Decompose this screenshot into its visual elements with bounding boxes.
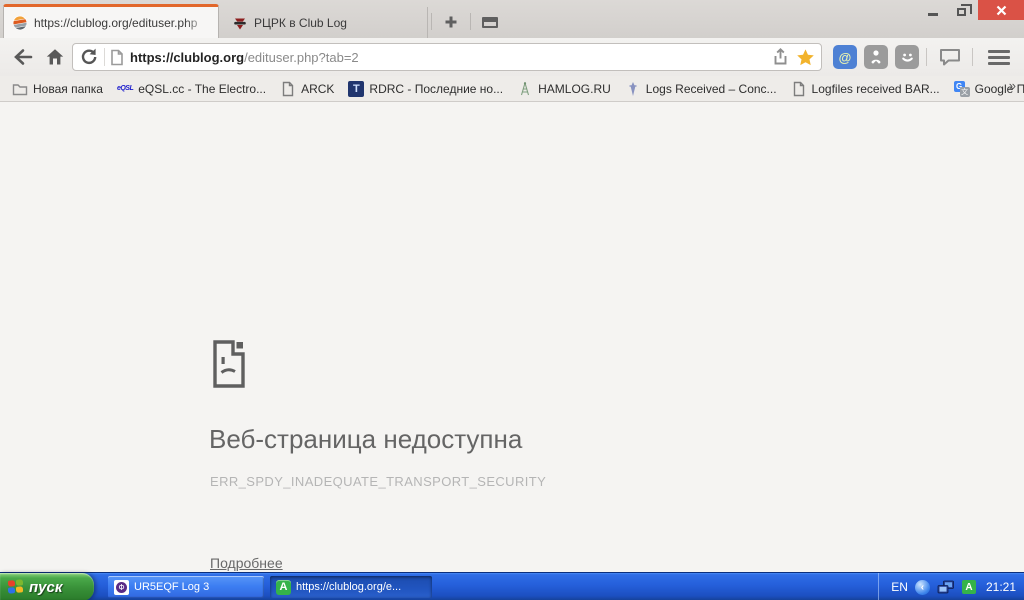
amigo-tray-icon[interactable]: A [962,580,976,594]
rcrc-favicon [232,15,248,31]
bookmark-label: Logfiles received BAR... [812,82,940,96]
bookmarks-bar: Новая папка eQSL eQSL.cc - The Electro..… [0,76,1024,102]
odnoklassniki-extension-button[interactable] [864,45,888,69]
url-path: /edituser.php?tab=2 [244,50,359,65]
taskbar-button-browser[interactable]: A https://clublog.org/e... [270,576,432,598]
bookmark-arck[interactable]: ARCK [278,81,346,97]
tab-divider [470,13,471,30]
bookmark-label: ARCK [301,82,334,96]
url-input[interactable]: https://clublog.org/edituser.php?tab=2 [130,50,770,65]
refresh-icon[interactable] [79,47,99,67]
language-indicator[interactable]: EN [891,580,908,594]
tab-title: РЦРК в Club Log [254,16,419,30]
chat-button[interactable] [936,44,964,70]
hamburger-icon [988,50,1010,53]
url-host: https://clublog.org [130,50,244,65]
tray-collapse-button[interactable]: ‹ [915,580,930,595]
address-bar-divider [104,48,105,66]
page-icon [280,81,296,97]
tab-strip: https://clublog.org/edituser.php РЦРК в … [0,0,1024,38]
bookmark-label: HAMLOG.RU [538,82,611,96]
desktop: https://clublog.org/edituser.php РЦРК в … [0,0,1024,600]
minimize-button[interactable] [920,0,946,20]
restore-icon [957,8,966,16]
minimize-icon [928,13,938,16]
address-bar[interactable]: https://clublog.org/edituser.php?tab=2 [72,43,822,71]
page-security-icon[interactable] [110,49,124,66]
back-arrow-icon [12,47,34,67]
network-icon[interactable] [937,580,955,595]
amigo-browser-icon: A [276,580,291,595]
tab-list-button[interactable] [477,10,503,34]
tab-rcrc[interactable]: РЦРК в Club Log [224,7,428,38]
details-link[interactable]: Подробнее [210,555,283,571]
eqsl-icon: eQSL [117,85,133,92]
arrow-icon [625,81,641,97]
bookmark-label: Новая папка [33,82,103,96]
start-button[interactable]: пуск [0,573,94,600]
taskbar-button-label: UR5EQF Log 3 [134,581,209,593]
page-icon [791,81,807,97]
bookmark-star-icon[interactable] [796,48,815,67]
hamlog-icon [517,81,533,97]
translate-icon: G 文 [954,81,970,97]
toolbar-divider [926,48,927,66]
system-tray: EN ‹ A 21:21 [878,573,1024,600]
bookmarks-overflow-chevron[interactable]: » [1009,78,1016,93]
close-icon [996,5,1007,16]
restore-button[interactable] [948,0,974,20]
bookmark-label: Google Переводчик [975,82,1024,96]
bookmark-logs-received[interactable]: Logs Received – Conc... [623,81,789,97]
tab-divider [431,13,432,30]
smiley-icon [900,50,915,65]
bookmark-rdrc[interactable]: T RDRC - Последние но... [346,81,515,97]
toolbar-divider [972,48,973,66]
bookmark-logfiles[interactable]: Logfiles received BAR... [789,81,952,97]
myworld-extension-button[interactable] [895,45,919,69]
person-icon [869,49,883,65]
bookmark-label: Logs Received – Conc... [646,82,777,96]
home-button[interactable] [42,44,68,70]
error-title: Веб-страница недоступна [209,424,522,455]
taskbar-button-ur5eqf[interactable]: Ф UR5EQF Log 3 [108,576,264,598]
page-content: Веб-страница недоступна ERR_SPDY_INADEQU… [0,102,1024,572]
menu-button[interactable] [984,45,1014,69]
home-icon [45,47,65,67]
close-button[interactable] [978,0,1024,20]
error-code: ERR_SPDY_INADEQUATE_TRANSPORT_SECURITY [210,474,546,489]
back-button[interactable] [10,44,36,70]
at-icon: @ [839,50,852,65]
folder-icon [12,81,28,97]
clock[interactable]: 21:21 [986,580,1016,594]
start-label: пуск [29,579,62,596]
mailru-extension-button[interactable]: @ [833,45,857,69]
ur5eqf-icon: Ф [114,580,129,595]
tab-list-icon [482,17,498,28]
bookmark-folder-new[interactable]: Новая папка [10,81,115,97]
bookmark-hamlog[interactable]: HAMLOG.RU [515,81,623,97]
bookmark-eqsl[interactable]: eQSL eQSL.cc - The Electro... [115,82,278,96]
share-icon[interactable] [770,47,790,67]
bookmark-label: eQSL.cc - The Electro... [138,82,266,96]
clublog-favicon [12,15,28,31]
windows-taskbar: пуск Ф UR5EQF Log 3 A https://clublog.or… [0,572,1024,600]
bookmark-label: RDRC - Последние но... [369,82,503,96]
chat-bubble-icon [938,47,962,67]
windows-logo-icon [8,579,23,595]
tab-title-fade [184,7,210,38]
taskbar-button-label: https://clublog.org/e... [296,581,401,593]
new-tab-button[interactable] [438,10,464,34]
rdrc-icon: T [348,81,364,97]
tab-clublog[interactable]: https://clublog.org/edituser.php [3,4,219,38]
sad-page-icon [208,337,250,391]
plus-icon [443,14,459,30]
